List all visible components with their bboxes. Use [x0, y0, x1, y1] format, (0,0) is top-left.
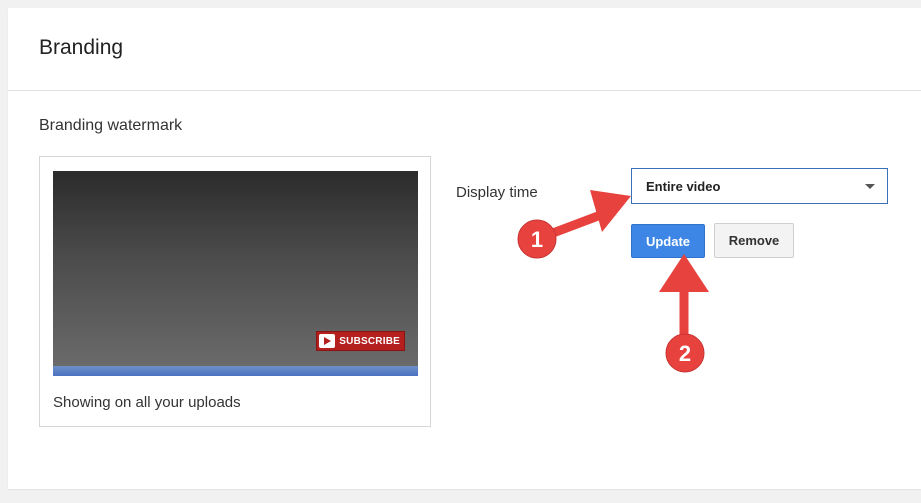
- chevron-down-icon: [865, 184, 875, 189]
- display-time-label: Display time: [456, 184, 538, 201]
- preview-caption: Showing on all your uploads: [53, 394, 241, 411]
- play-icon: [319, 334, 336, 348]
- section-title: Branding watermark: [39, 117, 183, 134]
- subscribe-label: SUBSCRIBE: [339, 335, 400, 347]
- video-preview: SUBSCRIBE: [53, 171, 418, 376]
- update-button[interactable]: Update: [631, 224, 705, 258]
- display-time-select[interactable]: Entire video: [631, 168, 888, 204]
- page-title: Branding: [39, 36, 124, 59]
- remove-button[interactable]: Remove: [714, 223, 794, 258]
- subscribe-watermark: SUBSCRIBE: [316, 331, 405, 351]
- branding-card: Branding Branding watermark SUBSCRIBE Sh…: [8, 8, 921, 489]
- display-time-value: Entire video: [646, 179, 721, 194]
- card-header: Branding: [8, 8, 921, 91]
- watermark-preview: SUBSCRIBE Showing on all your uploads: [39, 156, 431, 427]
- video-progress-strip: [53, 366, 418, 376]
